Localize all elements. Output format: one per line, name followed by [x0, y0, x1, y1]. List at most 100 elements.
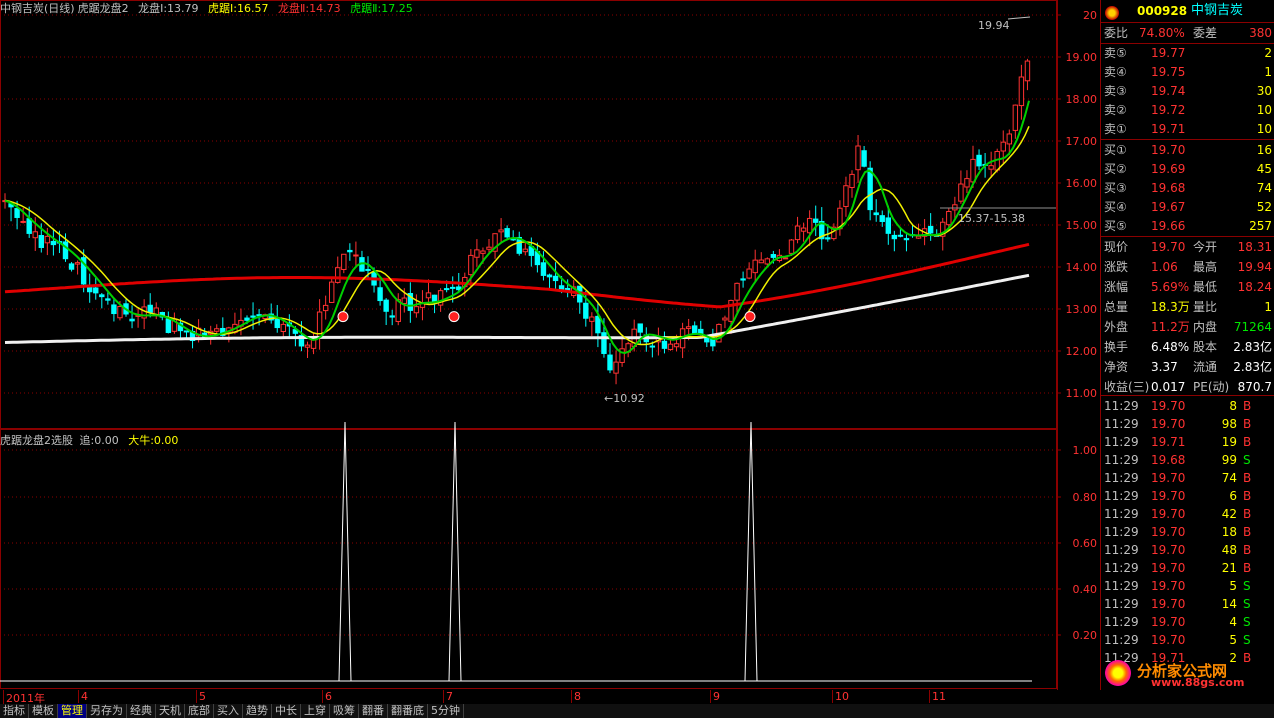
- ask-row-price: 19.72: [1151, 103, 1186, 117]
- watermark-url: www.88gs.com: [1151, 676, 1245, 689]
- tick-side: S: [1243, 615, 1251, 629]
- signal-spike: [744, 421, 758, 682]
- tab-9[interactable]: 中长: [272, 704, 301, 718]
- candle-body: [129, 318, 135, 322]
- tick-volume: 4: [1229, 615, 1237, 629]
- tab-13[interactable]: 翻番底: [388, 704, 428, 718]
- tick-side: S: [1243, 597, 1251, 611]
- stat-value: 18.24: [1237, 280, 1272, 294]
- stock-code: 000928: [1137, 4, 1188, 18]
- tab-4[interactable]: 经典: [127, 704, 156, 718]
- tick-row: 11:29 19.70 14 S: [1101, 595, 1274, 613]
- tab-1[interactable]: 模板: [29, 704, 58, 718]
- tick-row: 11:29 19.70 48 B: [1101, 541, 1274, 559]
- stat-label: 涨幅: [1104, 280, 1129, 294]
- candle-body: [734, 282, 740, 301]
- stat-label: 外盘: [1104, 320, 1129, 334]
- candle-body: [861, 150, 867, 167]
- tab-5[interactable]: 天机: [156, 704, 185, 718]
- tab-bar: 指标 模板 管理 另存为 经典 天机 底部 买入 趋势 中长 上穿 吸筹 翻番 翻番底 5分钟: [0, 704, 1274, 718]
- stat-value: 3.37: [1151, 360, 1178, 374]
- tick-side: B: [1243, 399, 1252, 413]
- candle-body: [552, 275, 559, 282]
- stat-value: 19.94: [1237, 260, 1272, 274]
- tick-side: B: [1243, 507, 1252, 521]
- tab-10[interactable]: 上穿: [301, 704, 330, 718]
- bid-row-volume: 52: [1256, 200, 1272, 214]
- candle-body: [915, 235, 922, 239]
- signal-spike: [338, 421, 352, 682]
- candle-body: [111, 304, 117, 315]
- candle-body: [764, 258, 770, 265]
- bid-row: 买① 19.70 16: [1101, 141, 1274, 159]
- candle-body: [1012, 104, 1019, 131]
- candle-body: [897, 234, 904, 237]
- candle-body: [20, 220, 26, 223]
- candle-body: [165, 318, 172, 333]
- candle-body: [758, 259, 764, 264]
- candle-body: [377, 287, 383, 302]
- indicator-value: 13.79: [167, 2, 199, 15]
- stat-value: 1.06: [1151, 260, 1178, 274]
- tick-volume: 5: [1229, 579, 1237, 593]
- tick-side: S: [1243, 453, 1251, 467]
- bid-row-volume: 257: [1249, 219, 1272, 233]
- chart-area[interactable]: 19.94 ←10.92 15.37-15.38 中钢吉炭(日线) 虎踞龙盘2 龙盘Ⅰ…: [0, 0, 1057, 690]
- candle-body: [14, 208, 20, 218]
- tick-volume: 8: [1229, 399, 1237, 413]
- stat-value: 18.3万: [1151, 300, 1190, 314]
- sub-axis-label: 0.60: [1073, 537, 1098, 550]
- tab-3[interactable]: 另存为: [87, 704, 127, 718]
- tick-side: S: [1243, 633, 1251, 647]
- candle-body: [280, 323, 287, 332]
- sub-header: 虎踞龙盘2选股 追:0.00 大牛:0.00: [0, 432, 190, 447]
- tick-time: 11:29: [1104, 399, 1139, 413]
- candle-body: [62, 241, 69, 260]
- bid-row-label: 买④: [1104, 200, 1127, 214]
- candle-body: [976, 154, 982, 167]
- kline-chart[interactable]: 19.94 ←10.92 15.37-15.38: [0, 0, 1057, 690]
- tick-time: 11:29: [1104, 525, 1139, 539]
- sub-frame: [0, 429, 1057, 689]
- candle-body: [546, 274, 553, 278]
- time-label: 8: [571, 690, 581, 703]
- main-frame: [0, 0, 1057, 429]
- tick-time: 11:29: [1104, 489, 1139, 503]
- stat-row: 涨幅 5.69% 最低 18.24: [1101, 278, 1274, 296]
- candle-body: [389, 315, 395, 318]
- tab-8[interactable]: 趋势: [243, 704, 272, 718]
- tab-7[interactable]: 买入: [214, 704, 243, 718]
- signal-marker-icon: [337, 311, 349, 323]
- tick-price: 19.68: [1151, 453, 1186, 467]
- tick-side: B: [1243, 561, 1252, 575]
- tab-2[interactable]: 管理: [58, 704, 87, 718]
- weicha-value: 380: [1249, 26, 1272, 40]
- tick-time: 11:29: [1104, 597, 1139, 611]
- indicator-label: 虎踞Ⅰ:: [204, 2, 237, 15]
- stat-value: 71264: [1233, 320, 1272, 334]
- tab-6[interactable]: 底部: [185, 704, 214, 718]
- tick-price: 19.70: [1151, 579, 1186, 593]
- ask-row-volume: 1: [1264, 65, 1272, 79]
- tab-0[interactable]: 指标: [0, 704, 29, 718]
- candle-body: [988, 165, 994, 170]
- quote-logo-icon: [1105, 6, 1119, 20]
- weibi-row: 委比 74.80% 委差 380: [1101, 24, 1274, 42]
- stat-value: 2.83亿: [1233, 340, 1272, 354]
- ask-row-label: 卖⑤: [1104, 46, 1127, 60]
- axis-label: 17.00: [1066, 135, 1098, 148]
- tab-11[interactable]: 吸筹: [330, 704, 359, 718]
- tick-volume: 18: [1221, 525, 1237, 539]
- tick-price: 19.70: [1151, 507, 1186, 521]
- bid-row-label: 买①: [1104, 143, 1127, 157]
- time-label: 9: [710, 690, 720, 703]
- candle-body: [1018, 76, 1025, 107]
- bid-row-price: 19.70: [1151, 143, 1186, 157]
- axis-label: 20: [1083, 9, 1097, 22]
- sub-indicator-label: 追:: [76, 434, 95, 447]
- tab-14[interactable]: 5分钟: [428, 704, 464, 718]
- candle-body: [825, 237, 831, 240]
- tab-12[interactable]: 翻番: [359, 704, 388, 718]
- stat-value: 1: [1264, 300, 1272, 314]
- candle-body: [873, 212, 879, 216]
